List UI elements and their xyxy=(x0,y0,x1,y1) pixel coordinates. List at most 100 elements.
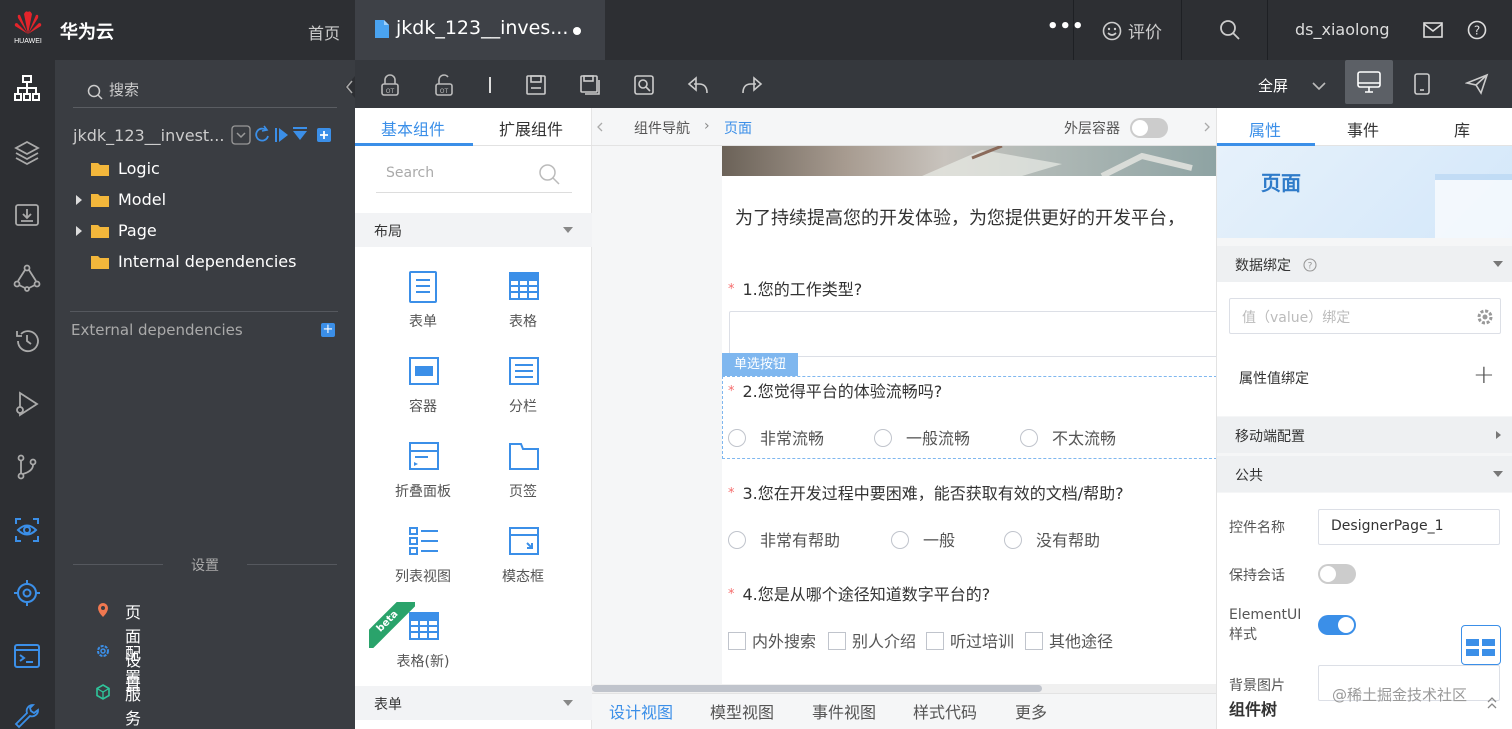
q1-text-input[interactable] xyxy=(729,311,1229,357)
tree-search[interactable]: 搜索 xyxy=(73,74,337,108)
common-section[interactable]: 公共 xyxy=(1217,456,1512,492)
banner-image[interactable] xyxy=(722,146,1216,176)
cursor-bar-icon[interactable] xyxy=(481,74,503,96)
q4-option-2[interactable]: 别人介绍 xyxy=(828,628,916,652)
redo-icon[interactable] xyxy=(741,74,763,96)
keep-session-toggle[interactable] xyxy=(1318,564,1356,584)
search-icon[interactable] xyxy=(1219,19,1241,41)
control-name-input[interactable]: DesignerPage_1 xyxy=(1318,509,1500,545)
huawei-logo[interactable]: HUAWEI xyxy=(8,10,48,50)
radio-circle[interactable] xyxy=(728,531,746,549)
publish-send-icon[interactable] xyxy=(1465,73,1489,95)
q4-option-1[interactable]: 内外搜索 xyxy=(728,628,816,652)
gear-icon[interactable] xyxy=(1476,308,1494,326)
add-dependency-button[interactable]: + xyxy=(321,323,335,337)
wrench-icon[interactable] xyxy=(13,702,41,729)
chevron-left-icon[interactable] xyxy=(597,122,603,132)
lock-icon[interactable]: OT xyxy=(379,74,401,96)
preview-eye-icon[interactable] xyxy=(13,516,41,544)
q4-option-3[interactable]: 听过培训 xyxy=(926,628,1014,652)
home-link[interactable]: 首页 xyxy=(308,20,340,44)
save-icon[interactable] xyxy=(525,74,547,96)
horizontal-scrollbar[interactable] xyxy=(592,684,1216,693)
tab-basic-components[interactable]: 基本组件 xyxy=(381,116,445,140)
component-collapse-panel[interactable]: 折叠面板 xyxy=(378,432,468,502)
file-tab[interactable]: jkdk_123__inves... xyxy=(355,0,605,60)
layers-icon[interactable] xyxy=(13,138,41,166)
target-icon[interactable] xyxy=(13,579,41,607)
tab-event-view[interactable]: 事件视图 xyxy=(812,699,876,723)
rate-button[interactable]: 评价 xyxy=(1102,18,1162,43)
q4-option-4[interactable]: 其他途径 xyxy=(1025,628,1113,652)
terminal-icon[interactable] xyxy=(13,642,41,670)
q3-option-3[interactable]: 没有帮助 xyxy=(1004,527,1100,551)
desktop-view-button[interactable] xyxy=(1345,60,1393,104)
tab-library[interactable]: 库 xyxy=(1454,117,1470,141)
mobile-view-icon[interactable] xyxy=(1413,73,1431,95)
component-container[interactable]: 容器 xyxy=(378,347,468,417)
tab-style-code[interactable]: 样式代码 xyxy=(913,699,977,723)
tab-properties[interactable]: 属性 xyxy=(1249,117,1281,141)
help-icon[interactable]: ? xyxy=(1467,20,1487,40)
more-menu-button[interactable]: ••• xyxy=(1047,16,1085,37)
q3-option-2[interactable]: 一般 xyxy=(891,527,955,551)
expand-icon[interactable] xyxy=(1485,696,1499,710)
username[interactable]: ds_xiaolong xyxy=(1295,20,1390,39)
tab-model-view[interactable]: 模型视图 xyxy=(710,699,774,723)
history-icon[interactable] xyxy=(13,327,41,355)
external-dependencies[interactable]: External dependencies + xyxy=(71,321,341,339)
checkbox[interactable] xyxy=(926,632,944,650)
component-tabs[interactable]: 页签 xyxy=(478,432,568,502)
radio-circle[interactable] xyxy=(728,429,746,447)
expand-arrow-icon[interactable] xyxy=(75,195,83,205)
component-list-view[interactable]: 列表视图 xyxy=(378,517,468,587)
component-form[interactable]: 表单 xyxy=(378,262,468,332)
q3-option-1[interactable]: 非常有帮助 xyxy=(728,527,840,551)
tab-more[interactable]: 更多 xyxy=(1015,699,1047,723)
unlock-icon[interactable]: OT xyxy=(433,74,455,96)
radio-circle[interactable] xyxy=(1020,429,1038,447)
git-branch-icon[interactable] xyxy=(13,453,41,481)
chevron-right-icon[interactable] xyxy=(1204,122,1210,132)
value-binding-input[interactable]: 值（value）绑定 xyxy=(1229,298,1501,334)
component-search-input[interactable]: Search xyxy=(376,157,572,193)
q2-option-3[interactable]: 不太流畅 xyxy=(1020,425,1116,449)
tab-design-view[interactable]: 设计视图 xyxy=(609,699,673,723)
search-icon[interactable] xyxy=(538,163,560,185)
run-debug-icon[interactable] xyxy=(13,390,41,418)
checkbox[interactable] xyxy=(728,632,746,650)
checkbox[interactable] xyxy=(828,632,846,650)
component-tree-label[interactable]: 组件树 xyxy=(1229,696,1277,720)
tab-extended-components[interactable]: 扩展组件 xyxy=(499,116,563,140)
expand-arrow-icon[interactable] xyxy=(75,226,83,236)
breadcrumb-current[interactable]: 页面 xyxy=(724,118,752,138)
radio-circle[interactable] xyxy=(1004,531,1022,549)
add-attribute-binding-button[interactable]: + xyxy=(1473,360,1495,390)
radio-circle[interactable] xyxy=(891,531,909,549)
layout-section-header[interactable]: 布局 xyxy=(355,213,592,247)
checkbox[interactable] xyxy=(1025,632,1043,650)
undo-icon[interactable] xyxy=(687,74,709,96)
collapse-panel-icon[interactable] xyxy=(341,76,355,98)
project-row[interactable]: jkdk_123__invest... xyxy=(73,124,343,148)
component-modal[interactable]: 模态框 xyxy=(478,517,568,587)
scrollbar-thumb[interactable] xyxy=(592,685,1042,692)
data-binding-section[interactable]: 数据绑定 ? xyxy=(1217,246,1512,282)
q2-option-2[interactable]: 一般流畅 xyxy=(874,425,970,449)
network-icon[interactable] xyxy=(13,264,41,292)
preview-search-icon[interactable] xyxy=(633,74,655,96)
fullscreen-button[interactable]: 全屏 xyxy=(1258,75,1288,96)
brand-name[interactable]: 华为云 xyxy=(60,18,114,44)
chevron-down-icon[interactable] xyxy=(1312,81,1326,91)
download-box-icon[interactable] xyxy=(13,201,41,229)
project-actions[interactable] xyxy=(231,124,351,146)
help-icon[interactable]: ? xyxy=(1303,258,1318,272)
component-columns[interactable]: 分栏 xyxy=(478,347,568,417)
breadcrumb-root[interactable]: 组件导航 xyxy=(634,118,690,138)
layout-toggle-button[interactable] xyxy=(1461,625,1501,665)
q2-option-1[interactable]: 非常流畅 xyxy=(728,425,824,449)
mobile-config-section[interactable]: 移动端配置 xyxy=(1217,417,1512,453)
tab-events[interactable]: 事件 xyxy=(1347,117,1379,141)
radio-circle[interactable] xyxy=(874,429,892,447)
sitemap-icon[interactable] xyxy=(13,74,41,102)
